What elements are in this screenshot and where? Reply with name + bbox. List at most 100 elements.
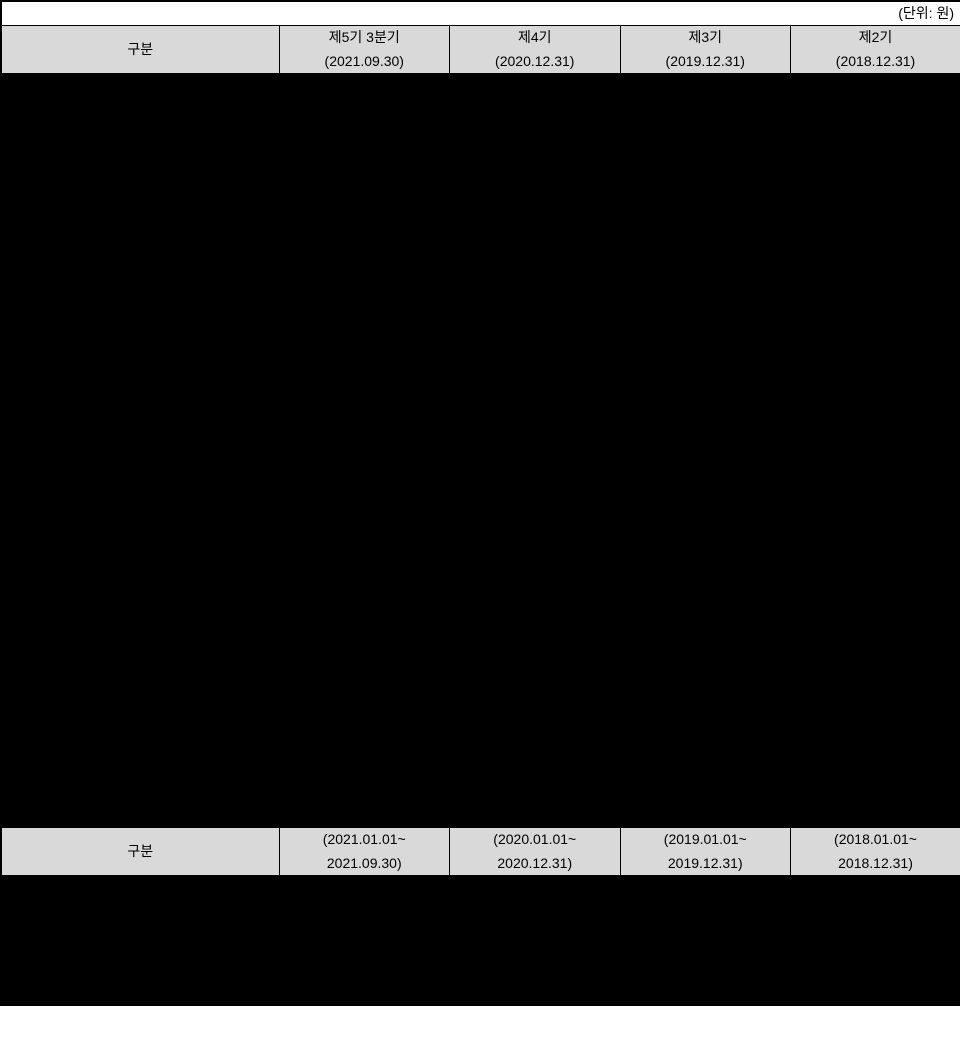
bottom-body-cell [450, 953, 621, 979]
top-body-cell [450, 99, 621, 125]
top-body-cell [450, 619, 621, 645]
top-body-cell [1, 385, 279, 411]
top-body-cell [1, 775, 279, 801]
top-body-cell [1, 437, 279, 463]
top-body-cell [1, 671, 279, 697]
top-body-cell [791, 359, 960, 385]
top-body-cell [279, 229, 450, 255]
top-body-cell [1, 333, 279, 359]
top_header-col-3-line1: 제2기 [791, 25, 960, 49]
top-body-cell [279, 723, 450, 749]
top-body-cell [620, 697, 791, 723]
top-body-cell [620, 229, 791, 255]
top-body-cell [620, 333, 791, 359]
top-body-cell [450, 645, 621, 671]
top-body-cell [279, 73, 450, 99]
top-body-cell [1, 697, 279, 723]
top-body-cell [279, 749, 450, 775]
top-body-cell [620, 723, 791, 749]
top-body-cell [279, 515, 450, 541]
top-body-cell [791, 333, 960, 359]
bottom-body-cell [620, 901, 791, 927]
top-body-cell [279, 775, 450, 801]
top-body-cell [1, 229, 279, 255]
top-body-cell [279, 385, 450, 411]
bottom-body-cell [620, 953, 791, 979]
top-body-cell [620, 541, 791, 567]
top-body-cell [620, 593, 791, 619]
unit-label: (단위: 원) [1, 1, 960, 25]
top_header-col-0-line2: (2021.09.30) [279, 49, 450, 73]
top-body-cell [279, 411, 450, 437]
top-body-cell [450, 411, 621, 437]
bottom-body-cell [1, 979, 279, 1005]
top-body-cell [791, 255, 960, 281]
top-body-cell [1, 411, 279, 437]
top-body-cell [279, 125, 450, 151]
top-body-cell [279, 281, 450, 307]
top-body-cell [791, 151, 960, 177]
top-body-cell [450, 671, 621, 697]
top-body-cell [450, 281, 621, 307]
top-body-cell [791, 775, 960, 801]
top-body-cell [620, 567, 791, 593]
top-body-cell [620, 255, 791, 281]
top-body-cell [450, 749, 621, 775]
top-body-cell [1, 99, 279, 125]
top-body-cell [279, 177, 450, 203]
top-body-cell [620, 359, 791, 385]
top-body-cell [791, 645, 960, 671]
top-body-cell [450, 177, 621, 203]
top-body-cell [1, 307, 279, 333]
bottom-body-cell [791, 875, 960, 901]
top-body-cell [791, 73, 960, 99]
bottom-body-cell [1, 953, 279, 979]
top-body-cell [620, 619, 791, 645]
top-body-cell [791, 749, 960, 775]
top-body-cell [791, 593, 960, 619]
top-body-cell [620, 515, 791, 541]
bottom-body-cell [279, 979, 450, 1005]
top-body-cell [1, 619, 279, 645]
top-body-cell [279, 619, 450, 645]
bottom-body-cell [620, 875, 791, 901]
top-body-cell [620, 177, 791, 203]
top-body-cell [1, 359, 279, 385]
top-body-cell [450, 541, 621, 567]
top-body-cell [450, 437, 621, 463]
top-body-cell [279, 671, 450, 697]
bottom-body-cell [450, 875, 621, 901]
top-body-cell [279, 697, 450, 723]
top-body-cell [620, 73, 791, 99]
top-body-cell [791, 385, 960, 411]
mid_header-col-1-line2: 2020.12.31) [450, 851, 621, 875]
top-body-cell [279, 645, 450, 671]
top-body-cell [279, 437, 450, 463]
top-body-cell [791, 567, 960, 593]
top-body-cell [279, 463, 450, 489]
top-body-cell [620, 775, 791, 801]
top-body-cell [450, 151, 621, 177]
top-body-cell [791, 437, 960, 463]
top-body-cell [1, 593, 279, 619]
top-body-cell [450, 775, 621, 801]
top-body-cell [620, 749, 791, 775]
top_header-row-label: 구분 [1, 25, 279, 73]
top-body-cell [450, 359, 621, 385]
top-body-cell [791, 463, 960, 489]
mid_header-col-1-line1: (2020.01.01~ [450, 827, 621, 851]
top-body-cell [1, 567, 279, 593]
top-body-cell [279, 593, 450, 619]
top-body-cell [620, 99, 791, 125]
top-body-cell [279, 801, 450, 827]
bottom-body-cell [279, 901, 450, 927]
top-body-cell [279, 255, 450, 281]
mid_header-col-3-line2: 2018.12.31) [791, 851, 960, 875]
top-body-cell [450, 307, 621, 333]
top-body-cell [791, 697, 960, 723]
top-body-cell [1, 801, 279, 827]
top-body-cell [1, 645, 279, 671]
top-body-cell [620, 307, 791, 333]
mid_header-row-label: 구분 [1, 827, 279, 875]
bottom-body-cell [1, 901, 279, 927]
